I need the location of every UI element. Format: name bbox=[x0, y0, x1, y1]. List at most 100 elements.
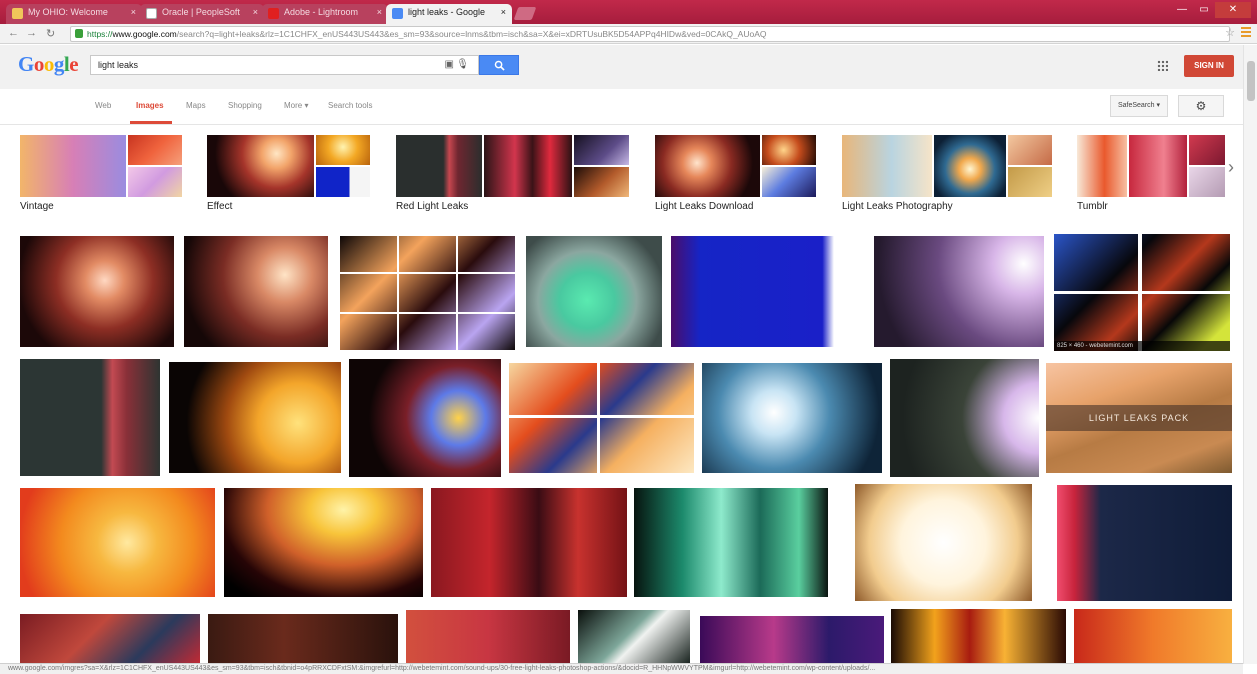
close-tab-icon[interactable]: × bbox=[377, 7, 382, 17]
gear-icon[interactable]: ⚙ bbox=[1178, 95, 1224, 117]
tab-shopping[interactable]: Shopping bbox=[228, 101, 262, 110]
image-result[interactable] bbox=[169, 362, 341, 473]
tab-search-tools[interactable]: Search tools bbox=[328, 101, 372, 110]
close-tab-icon[interactable]: × bbox=[501, 7, 506, 17]
close-tab-icon[interactable]: × bbox=[253, 7, 258, 17]
related-search-light-leaks-photography[interactable]: Light Leaks Photography bbox=[842, 135, 1052, 217]
chevron-right-icon[interactable]: › bbox=[1228, 157, 1234, 178]
image-result[interactable] bbox=[184, 236, 328, 347]
image-result[interactable] bbox=[20, 614, 200, 663]
image-size-caption: 825 × 460 - webetemint.com bbox=[1054, 341, 1230, 351]
image-result[interactable] bbox=[702, 363, 882, 473]
thumbnail bbox=[1077, 135, 1127, 197]
thumbnail bbox=[574, 167, 629, 197]
image-result[interactable] bbox=[634, 488, 828, 597]
minimize-icon[interactable]: — bbox=[1171, 2, 1193, 18]
image-result[interactable] bbox=[208, 614, 398, 663]
active-tab-indicator bbox=[130, 121, 172, 124]
thumbnail bbox=[1189, 167, 1225, 197]
safesearch-dropdown[interactable]: SafeSearch ▾ bbox=[1110, 95, 1168, 117]
status-bar-url: www.google.com/imgres?sa=X&rlz=1C1CHFX_e… bbox=[0, 663, 1243, 674]
close-tab-icon[interactable]: × bbox=[131, 7, 136, 17]
thumbnail bbox=[655, 135, 760, 197]
image-result[interactable] bbox=[526, 236, 662, 347]
sign-in-button[interactable]: SIGN IN bbox=[1184, 55, 1234, 77]
thumbnail bbox=[396, 135, 482, 197]
related-search-red-light-leaks[interactable]: Red Light Leaks bbox=[396, 135, 629, 217]
related-search-light-leaks-download[interactable]: Light Leaks Download bbox=[655, 135, 816, 217]
tab-oracle-peoplesoft[interactable]: Oracle | PeopleSoft × bbox=[140, 4, 264, 24]
adobe-favicon-icon bbox=[268, 8, 279, 19]
image-result[interactable] bbox=[340, 236, 515, 350]
google-favicon-icon bbox=[392, 8, 403, 19]
thumbnail bbox=[316, 135, 370, 165]
close-window-icon[interactable]: ✕ bbox=[1215, 2, 1251, 18]
image-result[interactable] bbox=[406, 610, 570, 663]
image-result[interactable] bbox=[349, 359, 501, 477]
thumbnail bbox=[1008, 135, 1052, 165]
camera-icon[interactable]: ▣ bbox=[445, 56, 454, 74]
related-search-effect[interactable]: Effect bbox=[207, 135, 370, 217]
tab-images[interactable]: Images bbox=[136, 101, 164, 110]
thumbnail bbox=[128, 167, 182, 197]
image-result[interactable] bbox=[1057, 485, 1232, 601]
image-result[interactable] bbox=[20, 359, 160, 476]
reload-icon[interactable]: ↻ bbox=[46, 27, 55, 40]
thumbnail bbox=[1008, 167, 1052, 197]
google-logo[interactable]: Google bbox=[18, 52, 79, 77]
browser-tab-bar: My OHIO: Welcome × Oracle | PeopleSoft ×… bbox=[0, 0, 1257, 24]
image-result[interactable] bbox=[1074, 609, 1232, 663]
tab-web[interactable]: Web bbox=[95, 101, 111, 110]
back-arrow-icon[interactable]: ← bbox=[8, 27, 19, 39]
image-result[interactable]: LIGHT LEAKS PACK bbox=[1046, 363, 1232, 473]
thumbnail bbox=[842, 135, 932, 197]
star-favicon-icon bbox=[12, 8, 23, 19]
image-result[interactable] bbox=[20, 236, 174, 347]
lock-icon bbox=[75, 29, 83, 38]
search-input[interactable]: light leaks ▣ 🎙 bbox=[90, 55, 479, 75]
thumbnail bbox=[207, 135, 314, 197]
image-result[interactable] bbox=[874, 236, 1044, 347]
address-toolbar: ← → ↻ https://www.google.com/search?q=li… bbox=[0, 24, 1257, 44]
image-result[interactable] bbox=[578, 610, 690, 663]
image-result[interactable] bbox=[890, 359, 1039, 477]
page-scrollbar[interactable] bbox=[1243, 45, 1257, 664]
thumbnail bbox=[762, 167, 816, 197]
forward-arrow-icon[interactable]: → bbox=[26, 27, 37, 39]
thumbnail bbox=[762, 135, 816, 165]
thumbnail bbox=[128, 135, 182, 165]
magnifier-icon bbox=[494, 60, 505, 71]
page-favicon-icon bbox=[146, 8, 157, 19]
thumbnail bbox=[574, 135, 629, 165]
image-result[interactable] bbox=[224, 488, 423, 597]
url-bar[interactable]: https://www.google.com/search?q=light+le… bbox=[70, 26, 1230, 42]
microphone-icon[interactable]: 🎙 bbox=[456, 56, 469, 74]
image-result[interactable] bbox=[509, 363, 694, 473]
image-result[interactable]: 825 × 460 - webetemint.com bbox=[1054, 234, 1230, 351]
new-tab-button[interactable] bbox=[513, 7, 537, 20]
tab-my-ohio[interactable]: My OHIO: Welcome × bbox=[6, 4, 142, 24]
thumbnail bbox=[484, 135, 572, 197]
image-result[interactable] bbox=[431, 488, 627, 597]
image-result[interactable] bbox=[855, 484, 1032, 601]
tab-maps[interactable]: Maps bbox=[186, 101, 206, 110]
tab-adobe-lightroom[interactable]: Adobe - Lightroom × bbox=[262, 4, 388, 24]
related-search-vintage[interactable]: Vintage bbox=[20, 135, 182, 217]
image-result[interactable] bbox=[700, 616, 884, 663]
bookmark-star-icon[interactable]: ☆ bbox=[1225, 26, 1235, 39]
image-result[interactable] bbox=[891, 609, 1066, 663]
pack-caption: LIGHT LEAKS PACK bbox=[1046, 405, 1232, 431]
search-button[interactable] bbox=[479, 55, 519, 75]
thumbnail bbox=[934, 135, 1006, 197]
image-result[interactable] bbox=[671, 236, 865, 347]
chrome-menu-icon[interactable] bbox=[1241, 27, 1251, 37]
maximize-icon[interactable]: ▭ bbox=[1193, 2, 1215, 18]
scrollbar-thumb[interactable] bbox=[1247, 61, 1255, 101]
tab-light-leaks-google[interactable]: light leaks - Google × bbox=[386, 4, 512, 24]
thumbnail bbox=[20, 135, 126, 197]
window-controls: — ▭ ✕ bbox=[1171, 2, 1251, 18]
apps-grid-icon[interactable] bbox=[1157, 60, 1168, 71]
image-result[interactable] bbox=[20, 488, 215, 597]
tab-more[interactable]: More ▾ bbox=[284, 101, 308, 110]
related-search-tumblr[interactable]: Tumblr bbox=[1077, 135, 1225, 217]
